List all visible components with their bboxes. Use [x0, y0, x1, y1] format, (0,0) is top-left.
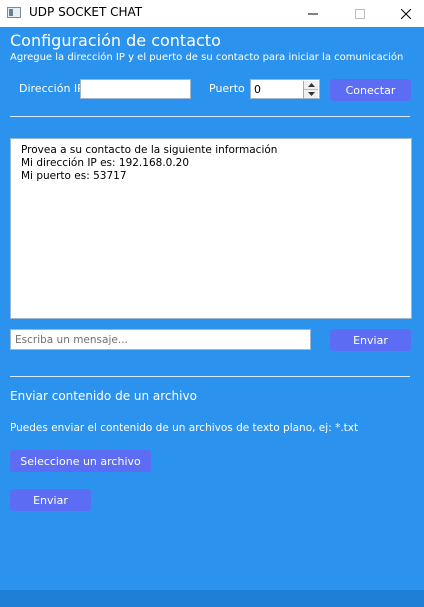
minimize-icon: [308, 13, 318, 14]
maximize-icon: [355, 8, 365, 19]
title-bar: UDP SOCKET CHAT: [0, 0, 424, 27]
maximize-button[interactable]: [337, 0, 383, 27]
close-button[interactable]: [383, 0, 424, 27]
file-heading: Enviar contenido de un archivo: [10, 389, 197, 403]
divider: [10, 376, 410, 377]
config-heading: Configuración de contacto: [10, 31, 221, 50]
chat-log[interactable]: Provea a su contacto de la siguiente inf…: [10, 138, 412, 319]
port-stepper: [303, 81, 318, 98]
send-file-button[interactable]: Enviar: [10, 489, 91, 511]
divider: [10, 116, 410, 117]
log-line: Provea a su contacto de la siguiente inf…: [21, 144, 278, 156]
select-file-button[interactable]: Seleccione un archivo: [10, 450, 151, 472]
port-label: Puerto: [209, 82, 245, 95]
port-value: 0: [254, 83, 261, 96]
ip-label: Dirección IP: [19, 82, 84, 95]
chevron-up-icon: [307, 83, 315, 87]
bottom-strip: [0, 590, 424, 607]
log-line: Mi dirección IP es: 192.168.0.20: [21, 157, 190, 169]
ip-input[interactable]: [80, 79, 191, 99]
app-icon: [7, 7, 21, 18]
chevron-down-icon: [307, 92, 315, 96]
message-input[interactable]: Escriba un mensaje...: [10, 329, 311, 350]
connect-button[interactable]: Conectar: [330, 79, 411, 101]
port-spinbox[interactable]: 0: [250, 79, 320, 99]
main-panel: Configuración de contacto Agregue la dir…: [0, 27, 424, 607]
file-description: Puedes enviar el contenido de un archivo…: [10, 422, 359, 434]
port-increment-button[interactable]: [304, 81, 318, 90]
close-icon: [401, 8, 411, 19]
minimize-button[interactable]: [290, 0, 336, 27]
port-decrement-button[interactable]: [304, 90, 318, 98]
log-line: Mi puerto es: 53717: [21, 170, 127, 182]
window-title: UDP SOCKET CHAT: [29, 5, 143, 19]
config-subtitle: Agregue la dirección IP y el puerto de s…: [10, 52, 404, 63]
send-message-button[interactable]: Enviar: [330, 329, 411, 351]
